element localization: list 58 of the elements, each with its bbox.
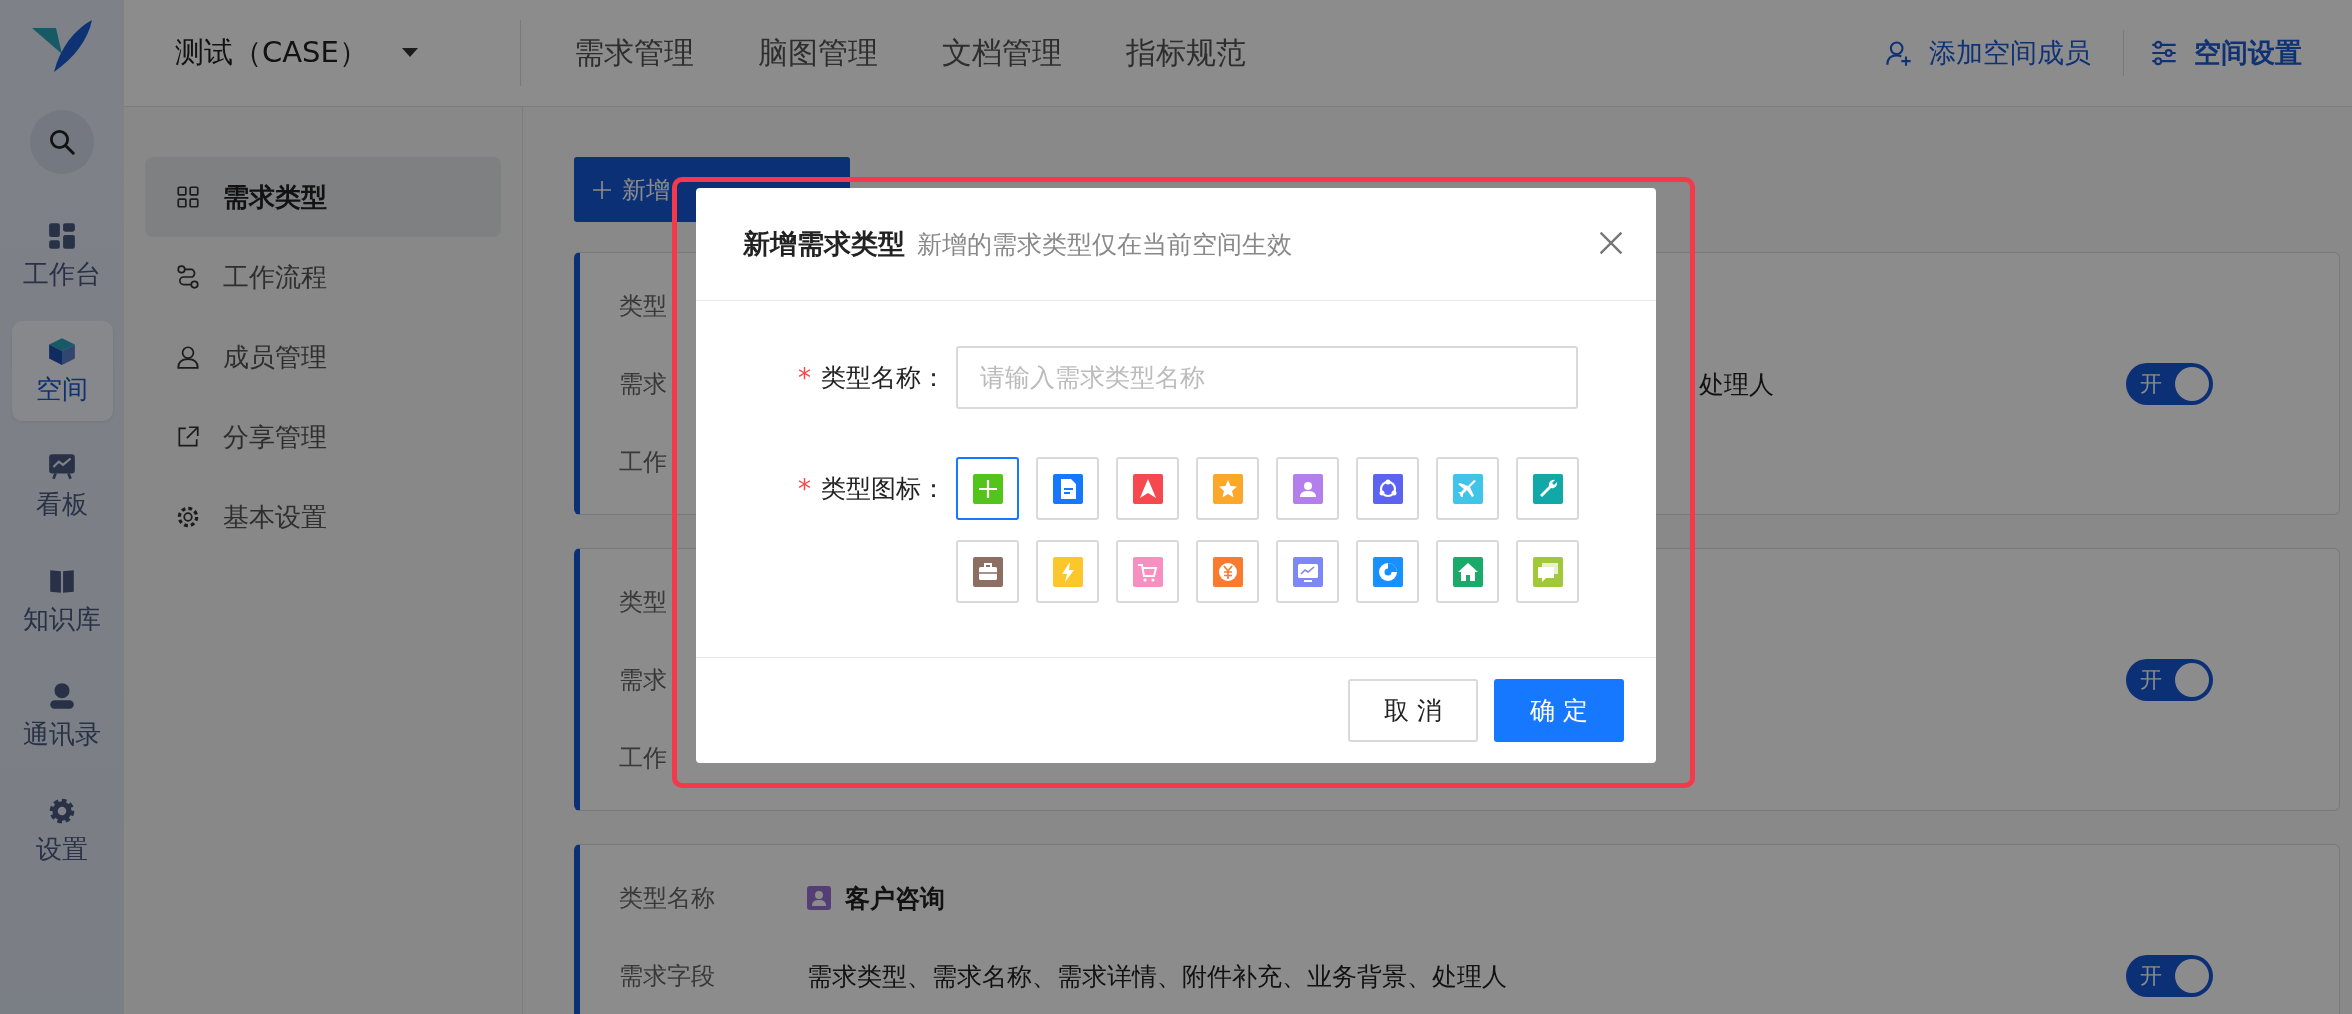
field-label: 类型 xyxy=(619,292,667,320)
field-label: 工作 xyxy=(619,744,667,772)
field-label: 需求 xyxy=(619,370,667,398)
user-icon xyxy=(175,344,201,370)
nav-item[interactable]: 工作台 xyxy=(11,206,113,306)
field-label: 工作 xyxy=(619,448,667,476)
caret-icon xyxy=(401,48,418,58)
sidebar-item[interactable]: 成员管理 xyxy=(145,317,501,397)
icon-option[interactable] xyxy=(956,457,1019,520)
required-mark: * xyxy=(798,362,811,393)
nav-tab[interactable]: 指标规范 xyxy=(1126,32,1246,74)
space-settings-button[interactable]: 空间设置 xyxy=(2150,35,2302,71)
toggle-switch[interactable]: 开 xyxy=(2126,362,2213,405)
toggle-switch[interactable]: 开 xyxy=(2126,954,2213,997)
plus-icon xyxy=(592,179,612,200)
field-value: 处理人 xyxy=(1699,368,1774,401)
field-label: 类型名称 xyxy=(619,884,715,912)
contact-icon xyxy=(47,680,77,711)
sidebar-item[interactable]: 分享管理 xyxy=(145,397,501,477)
sidebar-item[interactable]: 需求类型 xyxy=(145,157,501,237)
person-icon xyxy=(807,886,831,910)
nav-tab[interactable]: 脑图管理 xyxy=(758,32,878,74)
nav-item[interactable]: 知识库 xyxy=(11,551,113,651)
dialog-subtitle: 新增的需求类型仅在当前空间生效 xyxy=(917,228,1292,261)
field-label: 类型名称： xyxy=(821,362,946,394)
search-icon xyxy=(47,127,77,157)
type-name-input[interactable]: 请输入需求类型名称 xyxy=(956,346,1578,409)
project-select[interactable]: 测试（CASE） xyxy=(175,33,520,73)
bird-logo-icon xyxy=(30,18,94,74)
close-icon xyxy=(1598,229,1624,256)
cancel-button[interactable]: 取 消 xyxy=(1348,679,1478,742)
field-label: 类型图标： xyxy=(821,473,946,505)
dashboard-icon xyxy=(47,220,77,251)
field-label: 类型 xyxy=(619,588,667,616)
field-label: 需求 xyxy=(619,666,667,694)
confirm-button[interactable]: 确 定 xyxy=(1494,679,1624,742)
toggle-switch[interactable]: 开 xyxy=(2126,658,2213,701)
required-mark: * xyxy=(798,473,811,504)
nav-item[interactable]: 通讯录 xyxy=(11,666,113,766)
share-icon xyxy=(175,424,201,450)
nav-tab[interactable]: 文档管理 xyxy=(942,32,1062,74)
cube-icon xyxy=(47,335,77,366)
type-name: 客户咨询 xyxy=(845,882,945,915)
add-member-button[interactable]: 添加空间成员 xyxy=(1885,35,2091,71)
nav-tab[interactable]: 需求管理 xyxy=(574,32,694,74)
field-value: 需求类型、需求名称、需求详情、附件补充、业务背景、处理人 xyxy=(807,960,1507,993)
grid-icon xyxy=(175,184,201,210)
settings-icon xyxy=(175,504,201,530)
dialog-title: 新增需求类型 xyxy=(743,227,905,261)
sliders-icon xyxy=(2150,39,2178,67)
nav-item[interactable]: 设置 xyxy=(11,781,113,881)
add-person-icon xyxy=(1885,39,1913,67)
nav-item[interactable]: 看板 xyxy=(11,436,113,536)
field-label: 需求字段 xyxy=(619,962,715,990)
sidebar-item[interactable]: 基本设置 xyxy=(145,477,501,557)
workflow-icon xyxy=(175,264,201,290)
sidebar-item[interactable]: 工作流程 xyxy=(145,237,501,317)
nav-item[interactable]: 空间 xyxy=(11,321,113,421)
